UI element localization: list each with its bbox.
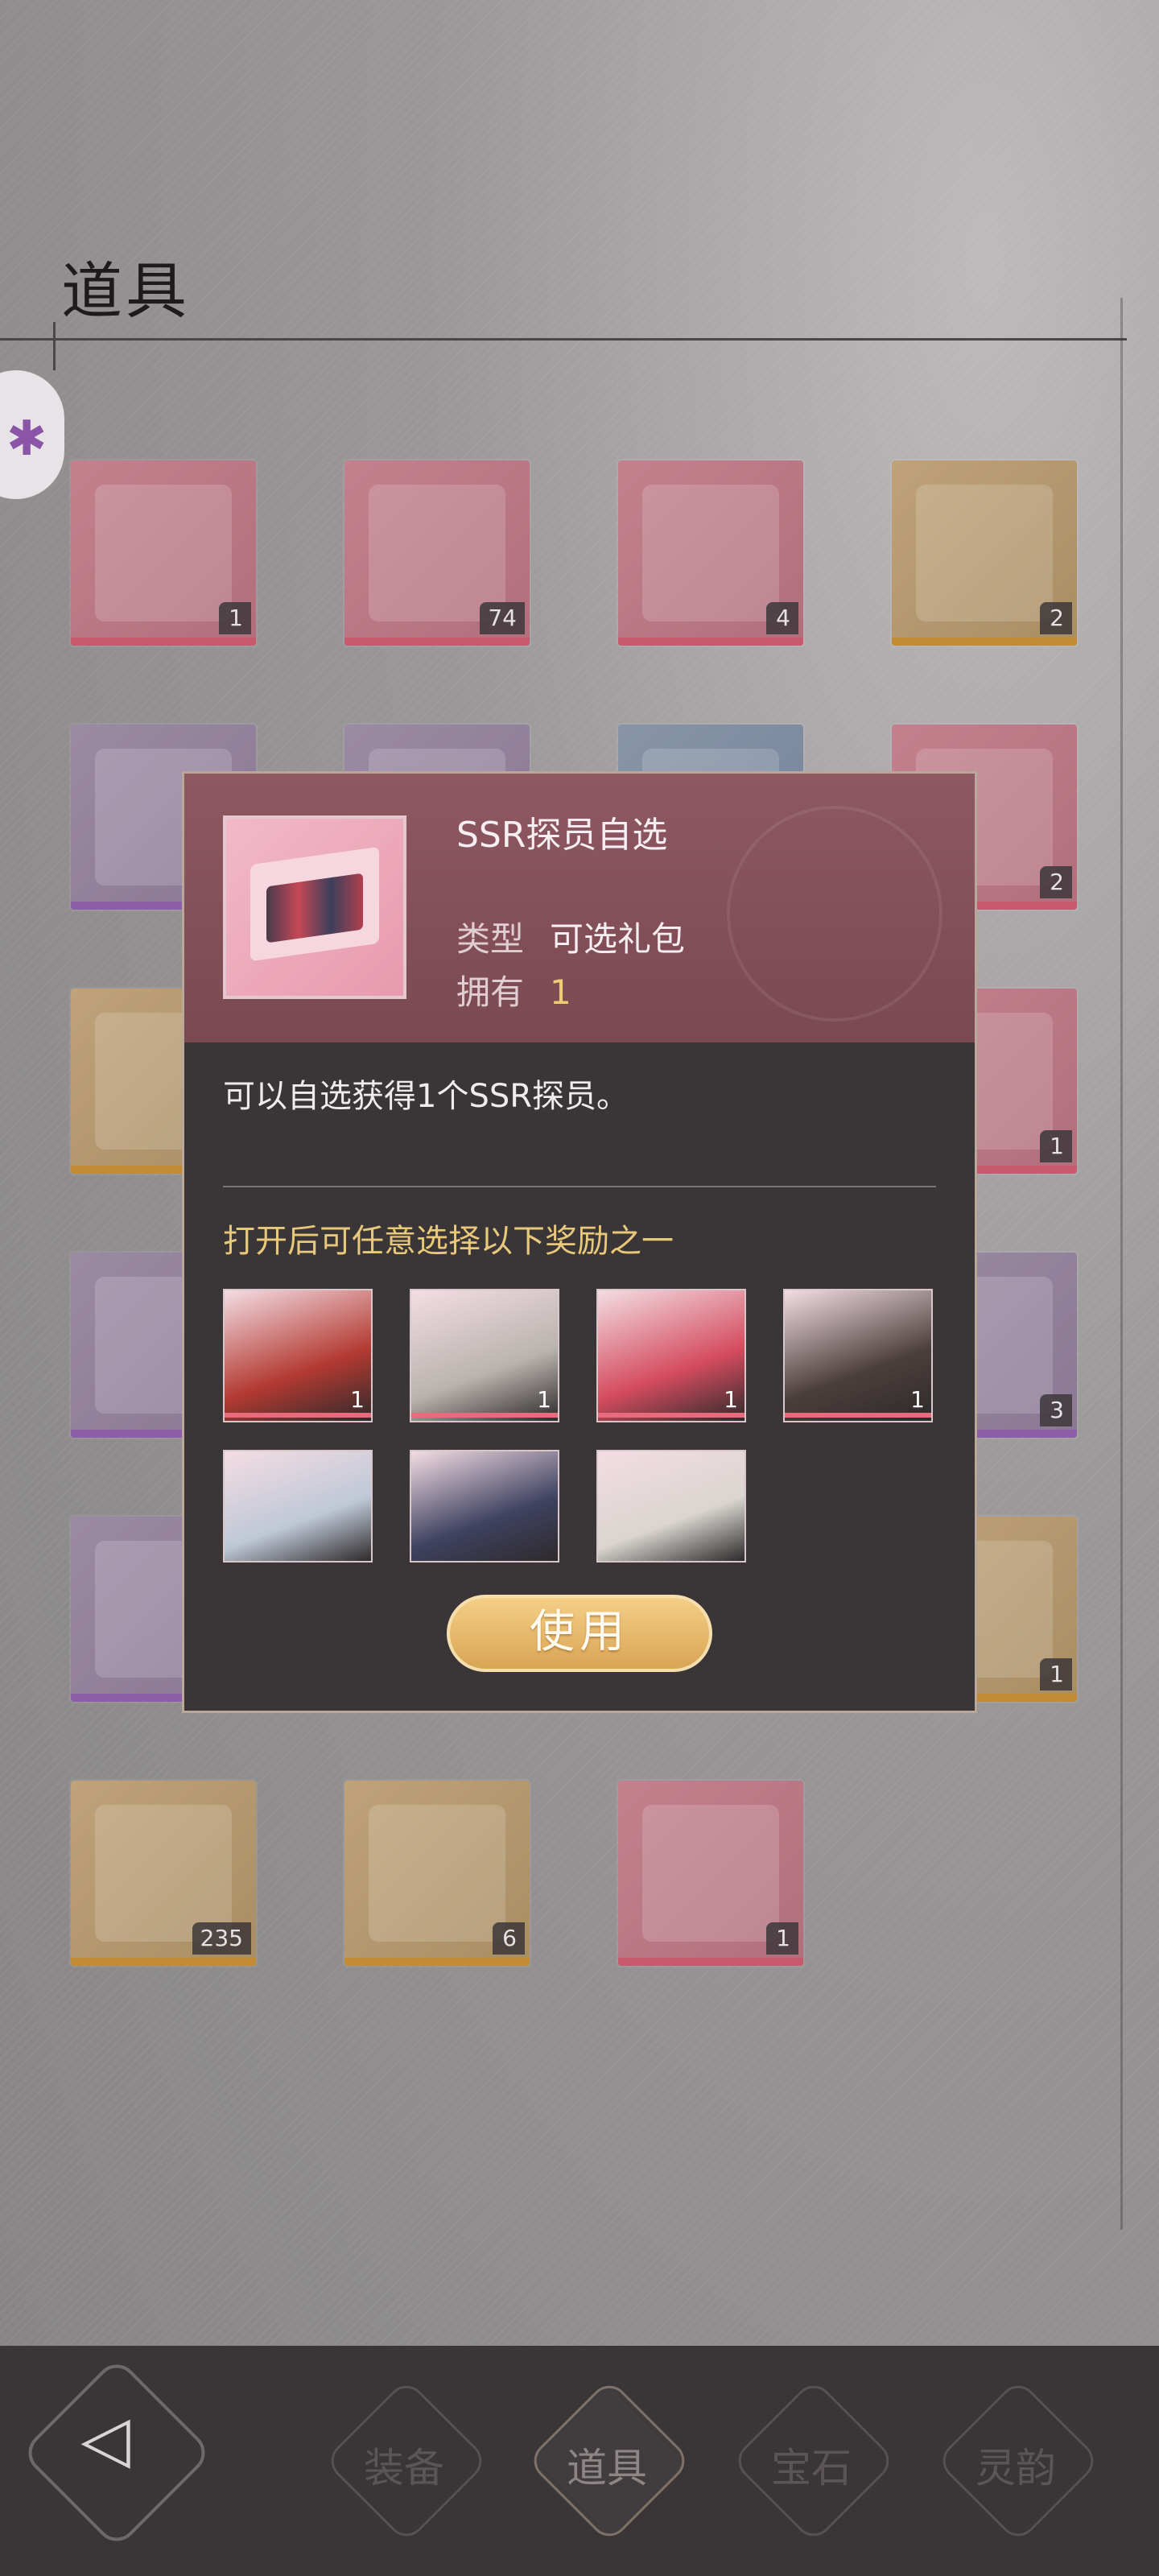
rarity-strip xyxy=(344,1958,530,1966)
item-name: SSR探员自选 xyxy=(456,815,668,856)
rewards-title: 打开后可任意选择以下奖励之一 xyxy=(223,1223,674,1260)
rarity-strip xyxy=(344,638,530,646)
rarity-bar xyxy=(411,1413,558,1418)
rarity-strip xyxy=(892,638,1077,646)
item-count: 1 xyxy=(766,1922,798,1955)
tab-items[interactable]: 道具 xyxy=(526,2377,693,2545)
item-icon xyxy=(95,485,232,621)
character-portrait xyxy=(225,1290,371,1421)
item-count: 2 xyxy=(1040,866,1072,898)
item-count: 6 xyxy=(493,1922,525,1955)
rarity-bar xyxy=(598,1413,744,1418)
modal-header: SSR探员自选 类型 可选礼包 拥有 1 xyxy=(184,774,975,1042)
inventory-item[interactable]: 2 xyxy=(892,460,1077,646)
tab-label: 道具 xyxy=(567,2445,647,2491)
item-count: 1 xyxy=(1040,1130,1072,1162)
reward-character[interactable] xyxy=(410,1450,559,1563)
item-count: 74 xyxy=(480,602,525,634)
item-count: 2 xyxy=(1040,602,1072,634)
item-icon xyxy=(95,1805,232,1942)
reward-character[interactable]: 1 xyxy=(410,1289,559,1422)
tab-gems[interactable]: 宝石 xyxy=(730,2377,897,2545)
reward-character[interactable] xyxy=(223,1450,373,1563)
character-portrait xyxy=(598,1290,744,1421)
inventory-item[interactable]: 4 xyxy=(618,460,803,646)
tab-label: 灵韵 xyxy=(975,2445,1056,2491)
character-portrait xyxy=(225,1451,371,1561)
item-icon xyxy=(369,485,505,621)
item-detail-modal: SSR探员自选 类型 可选礼包 拥有 1 可以自选获得1个SSR探员。 打开后可任意… xyxy=(182,771,977,1713)
reward-count: 1 xyxy=(350,1386,365,1413)
item-type-label: 类型 xyxy=(456,919,525,959)
tab-lingyun[interactable]: 灵韵 xyxy=(934,2377,1102,2545)
item-icon xyxy=(369,1805,505,1942)
reward-character[interactable]: 1 xyxy=(223,1289,373,1422)
item-count: 3 xyxy=(1040,1394,1072,1426)
reward-count: 1 xyxy=(724,1386,738,1413)
item-owned-value: 1 xyxy=(550,972,571,1012)
reward-character[interactable]: 1 xyxy=(596,1289,746,1422)
tab-label: 装备 xyxy=(364,2445,444,2491)
item-owned-row: 拥有 1 xyxy=(456,965,571,1014)
item-icon xyxy=(642,1805,779,1942)
item-count: 235 xyxy=(192,1922,251,1955)
reward-count: 1 xyxy=(910,1386,925,1413)
modal-divider xyxy=(223,1186,936,1187)
item-owned-label: 拥有 xyxy=(456,972,525,1012)
inventory-item[interactable]: 1 xyxy=(71,460,256,646)
reward-count: 1 xyxy=(537,1386,551,1413)
item-description: 可以自选获得1个SSR探员。 xyxy=(223,1078,629,1115)
rarity-strip xyxy=(71,1958,256,1966)
inventory-item[interactable]: 1 xyxy=(618,1781,803,1966)
header-ornament xyxy=(727,806,942,1022)
reward-character[interactable] xyxy=(596,1450,746,1563)
gift-box-icon xyxy=(250,846,379,962)
bottom-nav: ◁ 装备 道具 宝石 灵韵 xyxy=(0,2346,1159,2576)
inventory-item[interactable]: 74 xyxy=(344,460,530,646)
inventory-item[interactable]: 235 xyxy=(71,1781,256,1966)
character-portrait xyxy=(598,1451,744,1561)
reward-character[interactable]: 1 xyxy=(783,1289,933,1422)
character-portrait xyxy=(411,1290,558,1421)
item-icon xyxy=(916,485,1053,621)
item-type-row: 类型 可选礼包 xyxy=(456,912,685,961)
item-count: 1 xyxy=(219,602,251,634)
rarity-bar xyxy=(225,1413,371,1418)
back-arrow-icon: ◁ xyxy=(80,2401,130,2477)
use-button[interactable]: 使用 xyxy=(447,1595,712,1672)
rarity-strip xyxy=(71,638,256,646)
item-thumbnail xyxy=(223,815,406,999)
back-button[interactable]: ◁ xyxy=(19,2355,214,2550)
tab-equipment[interactable]: 装备 xyxy=(323,2377,490,2545)
rarity-bar xyxy=(785,1413,931,1418)
inventory-item[interactable]: 6 xyxy=(344,1781,530,1966)
tab-label: 宝石 xyxy=(771,2445,852,2491)
item-count: 4 xyxy=(766,602,798,634)
item-count: 1 xyxy=(1040,1658,1072,1690)
item-icon xyxy=(642,485,779,621)
rarity-strip xyxy=(618,638,803,646)
rarity-strip xyxy=(618,1958,803,1966)
item-type-value: 可选礼包 xyxy=(550,919,686,959)
character-portrait xyxy=(411,1451,558,1561)
character-portrait xyxy=(785,1290,931,1421)
